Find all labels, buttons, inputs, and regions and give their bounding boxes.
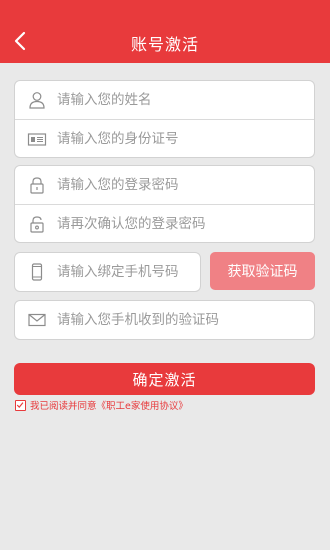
phone-input[interactable] [57, 259, 192, 285]
phone-row [15, 253, 200, 291]
check-icon [16, 401, 24, 408]
phone-card [14, 252, 201, 292]
page-title: 账号激活 [130, 35, 199, 54]
id-row [15, 119, 314, 157]
agreement-row: 我已阅读并同意 《职工e家使用协议》 [15, 398, 188, 412]
unlock-icon [30, 216, 44, 233]
lock-icon [30, 177, 44, 194]
code-row [15, 301, 314, 339]
code-card [14, 300, 315, 340]
name-input[interactable] [57, 87, 306, 113]
id-number-input[interactable] [57, 126, 306, 152]
header-bar: 账号激活 [0, 0, 330, 63]
mobile-phone-icon [31, 263, 43, 281]
password-input[interactable] [57, 172, 306, 198]
agree-checkbox[interactable] [15, 399, 26, 411]
id-card-icon [27, 133, 47, 146]
confirm-password-input[interactable] [57, 211, 306, 237]
envelope-icon [28, 313, 46, 327]
confirm-password-row [15, 204, 314, 242]
confirm-activate-button[interactable]: 确定激活 [14, 363, 315, 395]
get-code-button[interactable]: 获取验证码 [210, 252, 315, 290]
user-icon [29, 92, 45, 109]
password-row [15, 166, 314, 204]
password-card [14, 165, 315, 243]
agreement-link[interactable]: 《职工e家使用协议》 [97, 398, 188, 412]
identity-card [14, 80, 315, 158]
name-row [15, 81, 314, 119]
verification-code-input[interactable] [57, 307, 306, 333]
agreement-text: 我已阅读并同意 [30, 401, 97, 412]
